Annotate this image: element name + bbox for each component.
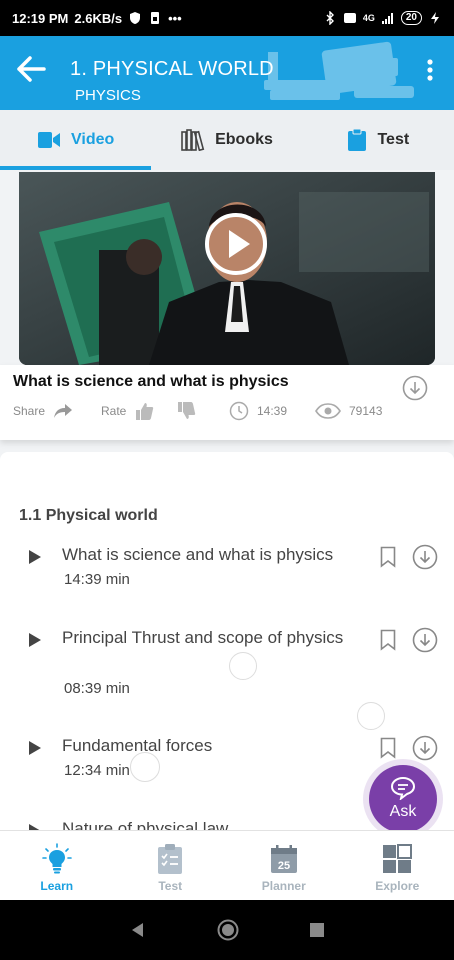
play-circle-icon[interactable] (204, 212, 268, 276)
touch-ripple (357, 702, 385, 730)
ask-button[interactable]: Ask (369, 765, 437, 833)
eye-icon (315, 403, 341, 419)
calendar-icon: 25 (270, 845, 297, 873)
sim-icon (151, 12, 160, 24)
share-label: Share (13, 404, 46, 418)
bluetooth-icon (326, 11, 334, 25)
system-recents-icon[interactable] (309, 922, 325, 938)
item-duration: 14:39 min (64, 571, 130, 588)
download-icon[interactable] (412, 627, 438, 653)
item-duration: 12:34 min (64, 762, 130, 779)
rate-button[interactable]: Rate (101, 401, 229, 421)
network-label: 4G (362, 13, 375, 23)
more-options-icon[interactable] (426, 58, 434, 82)
tab-video-label: Video (71, 131, 115, 148)
books-icon (181, 129, 205, 151)
system-back-icon[interactable] (129, 921, 147, 939)
tab-video[interactable]: Video (0, 110, 152, 170)
video-views: 79143 (349, 404, 383, 418)
share-button[interactable]: Share (13, 403, 101, 419)
main-content: What is science and what is physics Shar… (0, 170, 454, 830)
nav-planner[interactable]: 25 Planner (227, 831, 341, 900)
header-illustration (264, 41, 414, 100)
nav-learn[interactable]: Learn (0, 831, 114, 900)
play-icon (29, 550, 41, 564)
download-icon[interactable] (412, 735, 438, 761)
system-nav-bar (0, 900, 454, 960)
section-title: 1.1 Physical world (19, 507, 158, 524)
play-icon (29, 633, 41, 647)
nav-explore-label: Explore (375, 879, 420, 893)
bookmark-icon[interactable] (380, 546, 396, 568)
system-home-icon[interactable] (217, 919, 239, 941)
tab-test-label: Test (377, 131, 410, 148)
back-arrow-icon[interactable] (14, 54, 48, 84)
video-camera-icon (38, 132, 61, 148)
volte-icon (343, 13, 356, 23)
nav-test[interactable]: Test (114, 831, 228, 900)
status-time: 12:19 PM (12, 10, 69, 26)
item-title: Fundamental forces (62, 736, 213, 755)
status-speed: 2.6KB/s (74, 10, 123, 26)
bulb-icon (41, 843, 72, 874)
thumbs-down-icon[interactable] (176, 401, 196, 421)
video-info-card: What is science and what is physics Shar… (0, 365, 454, 440)
clock-icon (229, 401, 249, 421)
bookmark-icon[interactable] (380, 629, 396, 651)
grid-icon (383, 844, 413, 873)
clipboard-icon (348, 128, 367, 151)
ask-label: Ask (389, 803, 417, 820)
video-title: What is science and what is physics (13, 373, 289, 390)
rate-label: Rate (101, 404, 127, 418)
app-bar: 1. PHYSICAL WORLD PHYSICS (0, 36, 454, 110)
item-duration: 08:39 min (64, 680, 130, 697)
bottom-nav: Learn Test 25 Planner Explore (0, 830, 454, 900)
video-duration: 14:39 (257, 404, 288, 418)
nav-learn-label: Learn (40, 879, 74, 893)
signal-icon (381, 13, 393, 24)
shield-icon (130, 12, 141, 24)
chat-bubble-icon (390, 776, 416, 800)
thumbs-up-icon[interactable] (134, 401, 154, 421)
page-title: 1. PHYSICAL WORLD (70, 58, 274, 80)
touch-ripple (229, 652, 257, 680)
page-subtitle: PHYSICS (75, 87, 141, 104)
status-dots: ••• (168, 10, 182, 26)
item-title: What is science and what is physics (62, 545, 334, 564)
charging-icon (431, 12, 439, 24)
item-title: Principal Thrust and scope of physics (62, 628, 344, 647)
battery-indicator: 20 (400, 11, 422, 25)
calendar-date: 25 (278, 860, 290, 872)
download-icon[interactable] (402, 375, 428, 401)
nav-planner-label: Planner (261, 879, 306, 893)
touch-ripple (130, 752, 160, 782)
video-player[interactable] (19, 172, 435, 365)
content-tabs: Video Ebooks Test (0, 110, 454, 170)
status-bar: 12:19 PM 2.6KB/s ••• 4G 20 (0, 0, 454, 36)
download-icon[interactable] (412, 544, 438, 570)
views-meta: 79143 (315, 403, 382, 419)
video-meta-row: Share Rate 14:39 79143 (13, 401, 382, 421)
nav-test-label: Test (158, 879, 183, 893)
item-title: Nature of physical law (62, 819, 229, 830)
nav-explore[interactable]: Explore (341, 831, 454, 900)
play-icon (29, 741, 41, 755)
tab-test[interactable]: Test (303, 110, 454, 170)
tab-ebooks[interactable]: Ebooks (151, 110, 302, 170)
share-arrow-icon (54, 404, 73, 418)
checklist-icon (158, 844, 183, 874)
tab-ebooks-label: Ebooks (215, 131, 273, 148)
bookmark-icon[interactable] (380, 737, 396, 759)
duration-meta: 14:39 (229, 401, 315, 421)
